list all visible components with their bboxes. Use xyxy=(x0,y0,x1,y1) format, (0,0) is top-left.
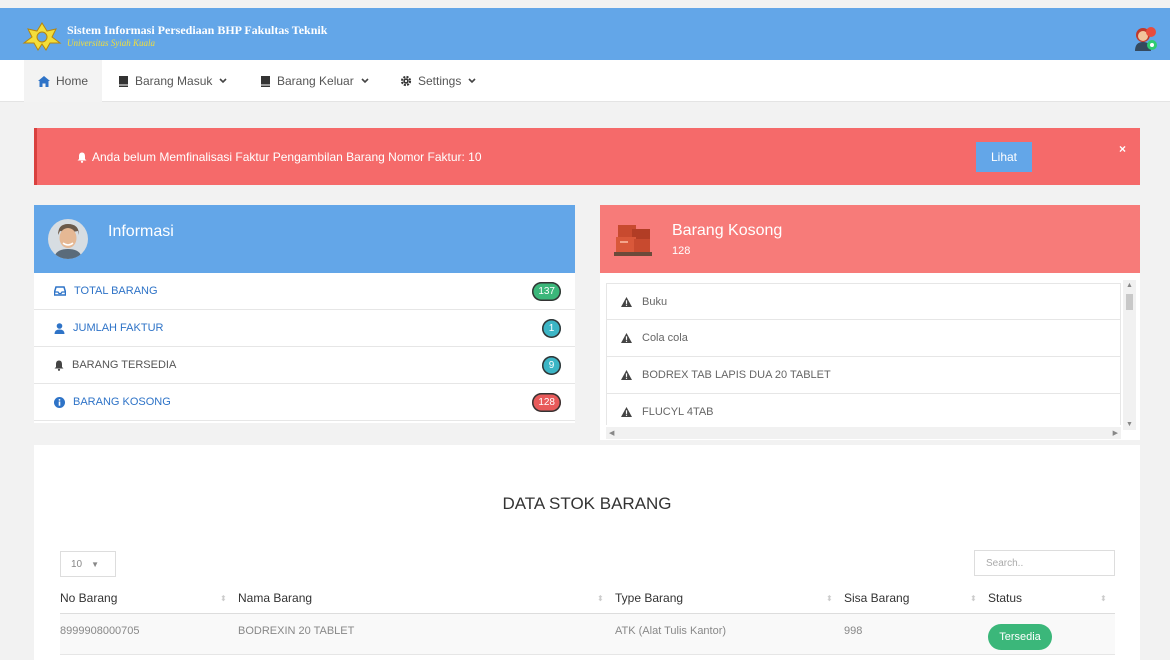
cell-no-barang: 8999908000705 xyxy=(60,625,140,637)
book-icon xyxy=(261,75,270,87)
user-avatar-icon[interactable] xyxy=(1132,25,1158,51)
count-badge: 128 xyxy=(532,393,561,412)
barang-kosong-count: 128 xyxy=(672,245,691,257)
informasi-title: Informasi xyxy=(108,223,174,240)
sort-icon[interactable]: ⬍ xyxy=(826,594,833,603)
cell-type-barang: ATK (Alat Tulis Kantor) xyxy=(615,625,727,637)
chevron-down-icon xyxy=(361,78,369,84)
informasi-panel: Informasi TOTAL BARANG 137 JUMLAH FAKTUR… xyxy=(34,205,575,423)
nav-barang-keluar[interactable]: Barang Keluar xyxy=(260,60,369,102)
count-badge: 1 xyxy=(542,319,561,338)
scrollbar-thumb[interactable] xyxy=(1126,294,1133,310)
column-header-type-barang[interactable]: Type Barang xyxy=(615,591,683,605)
barang-kosong-panel: Barang Kosong 128 Buku Cola cola BODREX … xyxy=(600,205,1140,440)
nav-barang-masuk[interactable]: Barang Masuk xyxy=(118,60,227,102)
info-row-total-barang[interactable]: TOTAL BARANG 137 xyxy=(34,273,575,310)
column-header-status[interactable]: Status xyxy=(988,591,1022,605)
book-icon xyxy=(119,75,128,87)
sort-icon[interactable]: ⬍ xyxy=(1100,594,1107,603)
page-length-value: 10 xyxy=(71,558,83,570)
nav-barang-keluar-label: Barang Keluar xyxy=(277,74,354,88)
nav-home[interactable]: Home xyxy=(24,60,102,102)
warning-icon xyxy=(621,333,632,343)
status-badge: Tersedia xyxy=(988,624,1052,650)
bell-icon xyxy=(54,360,64,371)
list-item-label: Buku xyxy=(642,295,668,308)
finalize-alert: Anda belum Memfinalisasi Faktur Pengambi… xyxy=(34,128,1140,185)
info-row-label: BARANG KOSONG xyxy=(73,396,171,408)
lihat-button[interactable]: Lihat xyxy=(976,142,1032,172)
gear-icon xyxy=(400,75,412,87)
column-header-nama-barang[interactable]: Nama Barang xyxy=(238,591,312,605)
count-badge: 9 xyxy=(542,356,561,375)
warning-icon xyxy=(621,296,632,307)
list-item: BODREX TAB LAPIS DUA 20 TABLET xyxy=(606,357,1121,394)
scroll-down-icon[interactable]: ▼ xyxy=(1126,421,1133,428)
barang-kosong-title: Barang Kosong xyxy=(672,222,783,239)
stock-title: DATA STOK BARANG xyxy=(502,494,672,513)
info-row-barang-tersedia[interactable]: BARANG TERSEDIA 9 xyxy=(34,347,575,384)
list-item: Cola cola xyxy=(606,320,1121,357)
app-subtitle: Universitas Syiah Kuala xyxy=(67,38,155,48)
nav-home-label: Home xyxy=(56,74,89,88)
top-bar: Sistem Informasi Persediaan BHP Fakultas… xyxy=(0,8,1170,60)
sort-icon[interactable]: ⬍ xyxy=(597,594,604,603)
scroll-up-icon[interactable]: ▲ xyxy=(1126,282,1133,289)
stock-table-panel: DATA STOK BARANG 10 ▼ No Barang ⬍ Nama B… xyxy=(34,445,1140,660)
university-logo-icon xyxy=(22,22,62,51)
home-icon xyxy=(38,75,50,87)
chevron-down-icon xyxy=(468,78,476,84)
info-circle-icon xyxy=(54,396,65,408)
sort-icon[interactable]: ⬍ xyxy=(970,594,977,603)
scroll-left-icon[interactable]: ◀ xyxy=(609,429,614,437)
scroll-right-icon[interactable]: ▶ xyxy=(1113,429,1118,437)
list-item-label: Cola cola xyxy=(642,332,688,344)
column-header-sisa-barang[interactable]: Sisa Barang xyxy=(844,591,909,605)
nav-settings-label: Settings xyxy=(418,74,462,88)
close-icon[interactable]: × xyxy=(1119,142,1126,156)
info-row-jumlah-faktur[interactable]: JUMLAH FAKTUR 1 xyxy=(34,310,575,347)
boxes-icon xyxy=(614,225,652,256)
info-row-label: TOTAL BARANG xyxy=(74,285,158,297)
info-row-barang-kosong[interactable]: BARANG KOSONG 128 xyxy=(34,384,575,421)
barang-kosong-list[interactable]: Buku Cola cola BODREX TAB LAPIS DUA 20 T… xyxy=(606,283,1121,425)
nav-settings[interactable]: Settings xyxy=(400,60,476,102)
user-icon xyxy=(54,322,65,334)
horizontal-scrollbar[interactable]: ◀ ▶ xyxy=(606,427,1121,439)
inbox-icon xyxy=(54,286,66,296)
bell-icon xyxy=(77,152,87,163)
list-item-label: BODREX TAB LAPIS DUA 20 TABLET xyxy=(642,369,831,381)
warning-icon xyxy=(621,370,632,380)
main-navbar: Home Barang Masuk Barang Keluar Settings xyxy=(0,60,1170,102)
list-item: FLUCYL 4TAB xyxy=(606,394,1121,425)
nav-barang-masuk-label: Barang Masuk xyxy=(135,74,213,88)
vertical-scrollbar[interactable]: ▲ ▼ xyxy=(1123,280,1136,430)
list-item-label: FLUCYL 4TAB xyxy=(642,406,714,418)
avatar xyxy=(48,219,88,259)
cell-nama-barang: BODREXIN 20 TABLET xyxy=(238,625,355,637)
warning-icon xyxy=(621,407,632,417)
alert-message: Anda belum Memfinalisasi Faktur Pengambi… xyxy=(92,150,482,164)
list-item: Buku xyxy=(606,283,1121,320)
sort-icon[interactable]: ⬍ xyxy=(220,594,227,603)
info-row-label: BARANG TERSEDIA xyxy=(72,359,177,371)
app-title: Sistem Informasi Persediaan BHP Fakultas… xyxy=(67,23,328,37)
table-row xyxy=(60,614,1115,655)
search-input[interactable] xyxy=(974,550,1115,576)
chevron-down-icon xyxy=(219,78,227,84)
count-badge: 137 xyxy=(532,282,561,301)
info-row-label: JUMLAH FAKTUR xyxy=(73,322,164,334)
caret-down-icon: ▼ xyxy=(91,559,100,569)
cell-sisa-barang: 998 xyxy=(844,625,863,637)
column-header-no-barang[interactable]: No Barang xyxy=(60,591,117,605)
page-length-select[interactable]: 10 ▼ xyxy=(60,551,116,577)
